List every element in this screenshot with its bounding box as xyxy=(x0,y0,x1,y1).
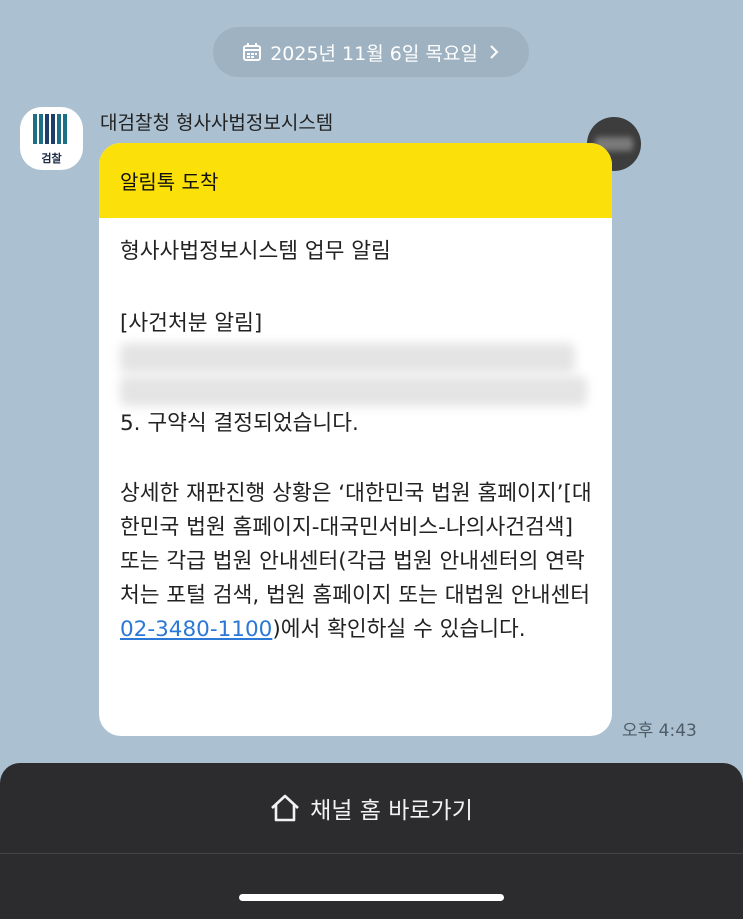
detail-suffix: )에서 확인하실 수 있습니다. xyxy=(272,617,526,642)
home-indicator[interactable] xyxy=(239,894,504,901)
house-icon xyxy=(271,794,300,822)
message-section: [사건처분 알림] xyxy=(120,311,263,336)
sender-name: 대검찰청 형사사법정보시스템 xyxy=(100,112,334,134)
sender-avatar[interactable]: 검찰 xyxy=(20,107,83,170)
message-title: 형사사법정보시스템 업무 알림 xyxy=(120,239,391,264)
phone-link[interactable]: 02-3480-1100 xyxy=(120,617,272,642)
message-result: 5. 구약식 결정되었습니다. xyxy=(120,411,359,436)
message-bubble[interactable]: 알림톡 도착 형사사법정보시스템 업무 알림 [사건처분 알림] 5. 구약식 … xyxy=(99,143,612,736)
message-detail: 상세한 재판진행 상황은 ‘대한민국 법원 홈페이지’[대한민국 법원 홈페이지… xyxy=(120,477,592,647)
avatar-text: 검찰 xyxy=(41,151,61,165)
calendar-icon xyxy=(243,43,262,61)
divider xyxy=(0,853,743,854)
channel-home-label: 채널 홈 바로가기 xyxy=(310,798,473,824)
date-pill[interactable]: 2025년 11월 6일 목요일 xyxy=(213,27,529,77)
channel-home-button[interactable]: 채널 홈 바로가기 xyxy=(0,763,743,853)
message-header: 알림톡 도착 xyxy=(99,143,612,218)
message-time: 오후 4:43 xyxy=(622,721,697,741)
detail-prefix: 상세한 재판진행 상황은 ‘대한민국 법원 홈페이지’[대한민국 법원 홈페이지… xyxy=(120,481,592,608)
date-label: 2025년 11월 6일 목요일 xyxy=(270,42,478,65)
redacted-line-1 xyxy=(120,343,575,373)
prosecutor-logo: 검찰 xyxy=(33,114,67,165)
chevron-right-icon xyxy=(490,45,499,59)
redacted-line-2 xyxy=(120,376,587,406)
bottom-panel: 채널 홈 바로가기 xyxy=(0,763,743,919)
